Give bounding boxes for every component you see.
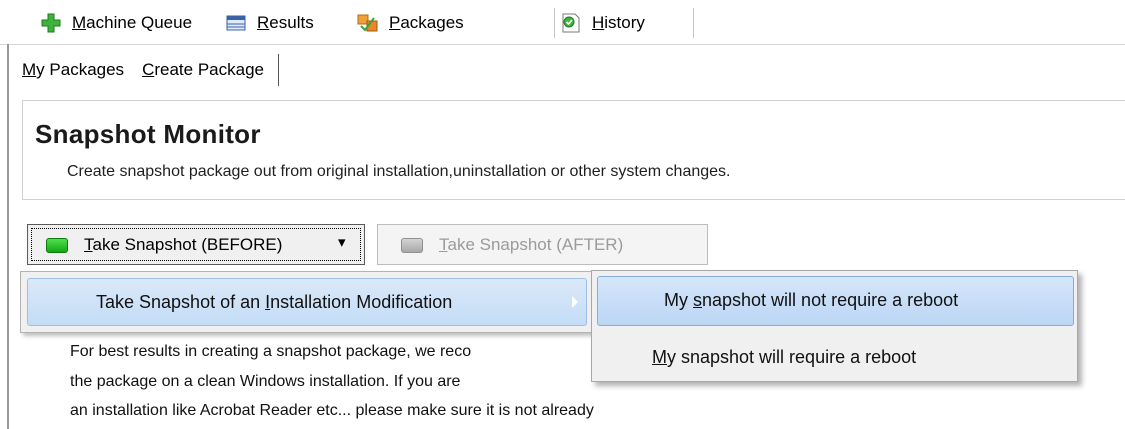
reboot-submenu: My snapshot will not require a reboot My… <box>591 270 1078 382</box>
menu-item-no-reboot[interactable]: My snapshot will not require a reboot <box>597 276 1074 326</box>
subtab-separator <box>277 54 279 86</box>
menu-item-label: My snapshot will not require a reboot <box>664 290 959 310</box>
take-snapshot-after-label: Take Snapshot (AFTER) <box>439 235 624 254</box>
body-text-line: an installation like Acrobat Reader etc.… <box>70 402 594 419</box>
green-plus-icon <box>40 12 62 34</box>
history-icon <box>560 12 582 34</box>
toolbar-item-packages[interactable]: Packages <box>357 12 464 34</box>
toolbar-item-results[interactable]: Results <box>225 12 314 34</box>
toolbar-item-machine-queue[interactable]: Machine Queue <box>40 12 192 34</box>
green-status-icon <box>46 238 68 253</box>
header-panel: Snapshot Monitor Create snapshot package… <box>22 100 1125 200</box>
tab-my-packages[interactable]: My Packages <box>22 60 124 80</box>
submenu-arrow-icon <box>572 296 578 308</box>
page-subtitle: Create snapshot package out from origina… <box>67 163 731 180</box>
main-toolbar: Machine Queue Results Packages History <box>0 0 1125 45</box>
take-snapshot-before-button[interactable]: Take Snapshot (BEFORE) ▾ <box>27 224 365 265</box>
packages-icon <box>357 12 379 34</box>
toolbar-label-history: History <box>592 13 645 32</box>
menu-item-requires-reboot[interactable]: My snapshot will require a reboot <box>652 347 916 368</box>
gray-status-icon <box>401 238 423 253</box>
tab-create-package[interactable]: Create Package <box>142 60 264 80</box>
toolbar-separator <box>554 8 555 38</box>
menu-item-label: Take Snapshot of an Installation Modific… <box>96 292 453 312</box>
take-snapshot-before-label: Take Snapshot (BEFORE) <box>84 235 283 254</box>
take-snapshot-after-button[interactable]: Take Snapshot (AFTER) <box>377 224 708 265</box>
toolbar-label-machine-queue: Machine Queue <box>72 13 193 32</box>
dropdown-arrow-icon: ▾ <box>338 234 346 251</box>
toolbar-item-history[interactable]: History <box>560 12 645 34</box>
page-title: Snapshot Monitor <box>35 119 261 149</box>
menu-item-installation-modification[interactable]: Take Snapshot of an Installation Modific… <box>27 278 587 326</box>
toolbar-separator <box>693 8 694 38</box>
toolbar-label-results: Results <box>257 13 314 32</box>
toolbar-label-packages: Packages <box>389 13 464 32</box>
body-text-line: the package on a clean Windows installat… <box>70 373 461 390</box>
left-frame-border <box>7 44 9 429</box>
package-subtabs: My Packages Create Package <box>22 50 279 90</box>
snapshot-dropdown-menu: Take Snapshot of an Installation Modific… <box>20 271 594 333</box>
body-text-line: For best results in creating a snapshot … <box>70 343 472 360</box>
results-grid-icon <box>225 12 247 34</box>
